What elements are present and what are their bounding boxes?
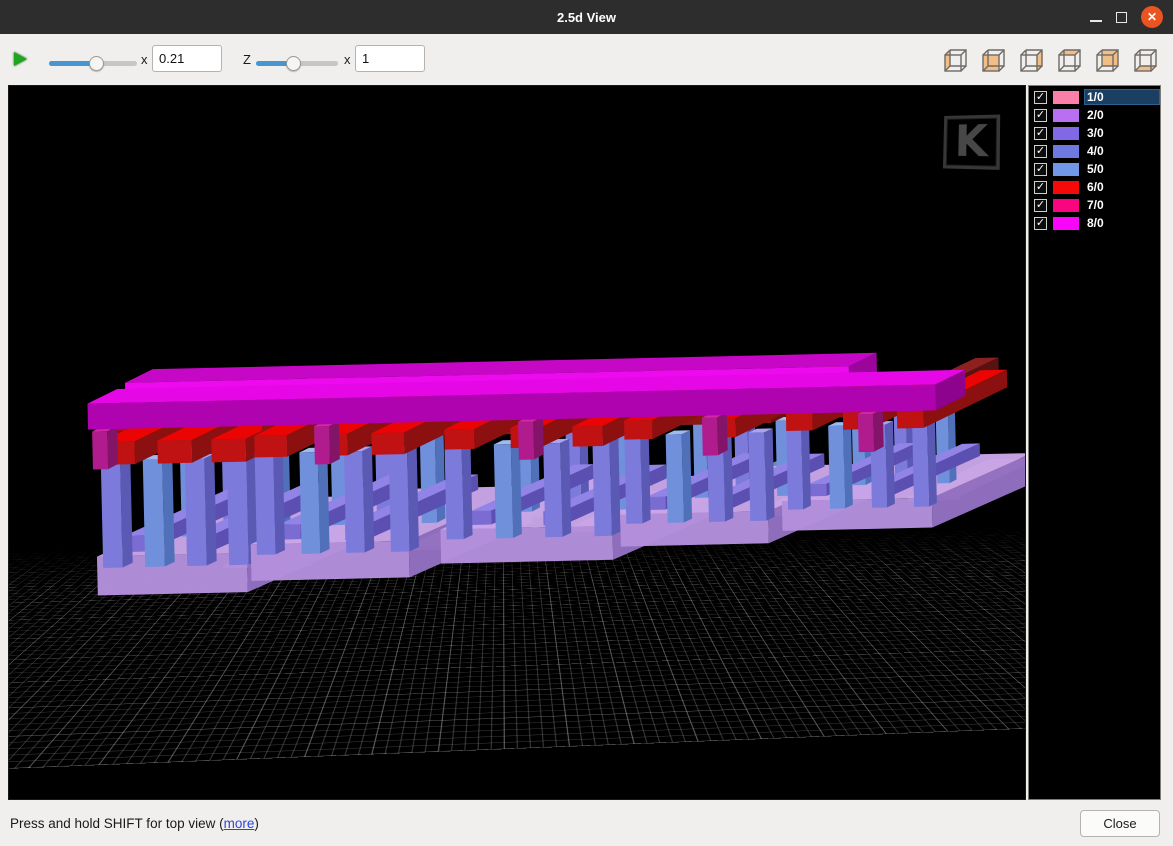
layer-checkbox[interactable]: ✓: [1034, 145, 1047, 158]
klayout-logo: K: [943, 115, 1000, 170]
z-slider[interactable]: [256, 56, 338, 71]
layer-checkbox[interactable]: ✓: [1034, 181, 1047, 194]
window-controls: ✕: [1090, 0, 1163, 34]
layer-list: ✓ 1/0 ✓ 2/0 ✓ 3/0 ✓ 4/0 ✓: [1028, 85, 1161, 800]
close-window-button[interactable]: ✕: [1141, 6, 1163, 28]
layer-checkbox[interactable]: ✓: [1034, 163, 1047, 176]
layer-label-cell[interactable]: 5/0: [1084, 161, 1160, 177]
layer-checkbox[interactable]: ✓: [1034, 127, 1047, 140]
layer-label-cell[interactable]: 8/0: [1084, 215, 1160, 231]
close-icon: ✕: [1147, 10, 1157, 24]
toolbar: x Z x: [0, 34, 1173, 85]
hint-text-before: Press and hold SHIFT for top view (: [10, 816, 224, 831]
view-back-button[interactable]: [1092, 45, 1122, 75]
layer-row-7-0[interactable]: ✓ 7/0: [1029, 196, 1160, 214]
view-top-button[interactable]: [1054, 45, 1084, 75]
cube-right-icon: [1017, 46, 1046, 75]
layer-label-cell[interactable]: 2/0: [1084, 107, 1160, 123]
layer-label-cell[interactable]: 4/0: [1084, 143, 1160, 159]
view-left-button[interactable]: [940, 45, 970, 75]
cube-front-icon: [979, 46, 1008, 75]
hint-text-after: ): [254, 816, 259, 831]
layer-checkbox[interactable]: ✓: [1034, 109, 1047, 122]
cube-left-icon: [941, 46, 970, 75]
layer-label-cell[interactable]: 7/0: [1084, 197, 1160, 213]
title-bar: 2.5d View ✕: [0, 0, 1173, 34]
cube-back-icon: [1093, 46, 1122, 75]
layer-checkbox[interactable]: ✓: [1034, 217, 1047, 230]
close-dialog-button[interactable]: Close: [1080, 810, 1160, 837]
layer-label-cell[interactable]: 3/0: [1084, 125, 1160, 141]
layer-label: 5/0: [1087, 162, 1104, 176]
layer-row-2-0[interactable]: ✓ 2/0: [1029, 106, 1160, 124]
view-front-button[interactable]: [978, 45, 1008, 75]
layer-label: 4/0: [1087, 144, 1104, 158]
layer-color-swatch[interactable]: [1053, 145, 1079, 158]
layer-label: 7/0: [1087, 198, 1104, 212]
layer-label: 8/0: [1087, 216, 1104, 230]
z-value-input[interactable]: [355, 45, 425, 72]
cube-bottom-icon: [1131, 46, 1160, 75]
view-orientation-buttons: [940, 45, 1160, 75]
layer-label: 6/0: [1087, 180, 1104, 194]
layer-color-swatch[interactable]: [1053, 217, 1079, 230]
layer-row-6-0[interactable]: ✓ 6/0: [1029, 178, 1160, 196]
layer-row-3-0[interactable]: ✓ 3/0: [1029, 124, 1160, 142]
z-mult-label: x: [344, 52, 351, 67]
layer-color-swatch[interactable]: [1053, 91, 1079, 104]
scale-value-input[interactable]: [152, 45, 222, 72]
scale-slider-handle[interactable]: [89, 56, 104, 71]
layer-row-5-0[interactable]: ✓ 5/0: [1029, 160, 1160, 178]
klayout-logo-letter: K: [954, 120, 988, 165]
layer-row-1-0[interactable]: ✓ 1/0: [1029, 88, 1160, 106]
main-content: K ✓ 1/0 ✓ 2/0 ✓ 3/0 ✓ 4/0: [0, 85, 1173, 800]
layer-row-4-0[interactable]: ✓ 4/0: [1029, 142, 1160, 160]
more-link[interactable]: more: [224, 816, 255, 831]
layer-checkbox[interactable]: ✓: [1034, 199, 1047, 212]
layer-color-swatch[interactable]: [1053, 181, 1079, 194]
view-bottom-button[interactable]: [1130, 45, 1160, 75]
z-label: Z: [243, 52, 251, 67]
maximize-button[interactable]: [1116, 12, 1127, 23]
minimize-button[interactable]: [1090, 11, 1102, 23]
status-hint: Press and hold SHIFT for top view (more): [10, 816, 259, 831]
layer-label: 2/0: [1087, 108, 1104, 122]
cube-top-icon: [1055, 46, 1084, 75]
status-bar: Press and hold SHIFT for top view (more)…: [0, 800, 1173, 846]
z-slider-handle[interactable]: [286, 56, 301, 71]
window-title: 2.5d View: [557, 10, 616, 25]
layer-label-cell[interactable]: 1/0: [1084, 89, 1160, 105]
3d-viewport[interactable]: K: [8, 85, 1026, 800]
layer-row-8-0[interactable]: ✓ 8/0: [1029, 214, 1160, 232]
chip-3d-scene: [9, 86, 1026, 800]
scale-mult-label: x: [141, 52, 148, 67]
layer-label: 1/0: [1087, 90, 1104, 104]
scale-slider[interactable]: [49, 56, 137, 71]
view-right-button[interactable]: [1016, 45, 1046, 75]
layer-label-cell[interactable]: 6/0: [1084, 179, 1160, 195]
play-icon[interactable]: [14, 52, 27, 66]
layer-color-swatch[interactable]: [1053, 127, 1079, 140]
layer-color-swatch[interactable]: [1053, 109, 1079, 122]
layer-checkbox[interactable]: ✓: [1034, 91, 1047, 104]
layer-label: 3/0: [1087, 126, 1104, 140]
layer-color-swatch[interactable]: [1053, 163, 1079, 176]
layer-color-swatch[interactable]: [1053, 199, 1079, 212]
